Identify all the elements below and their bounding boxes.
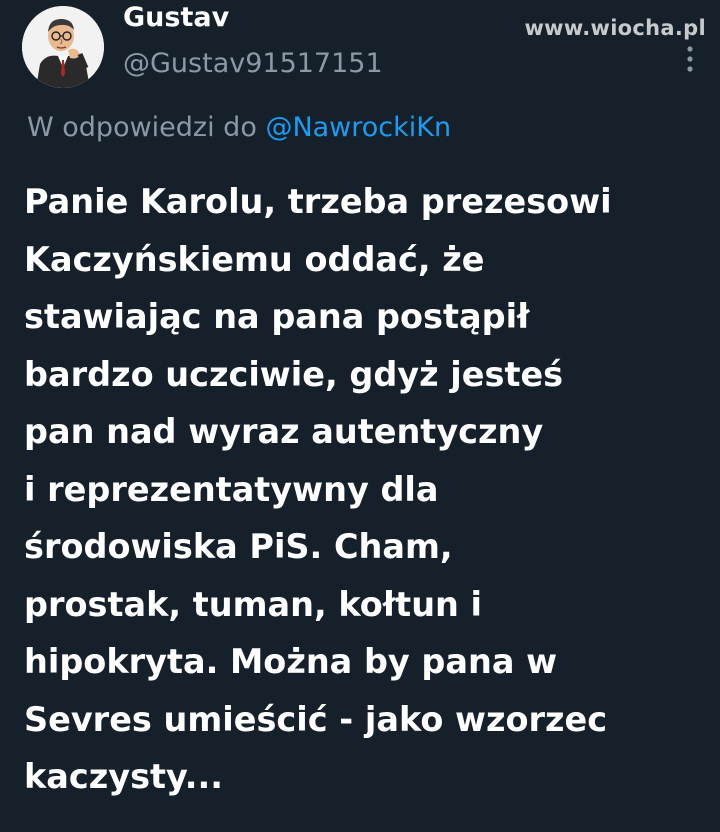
tweet-text: Panie Karolu, trzeba prezesowi Kaczyński… bbox=[24, 173, 714, 806]
tweet-text-line: Kaczyńskiemu oddać, że bbox=[24, 239, 485, 279]
tweet-text-line: kaczysty... bbox=[24, 757, 223, 796]
watermark: www.wiocha.pl bbox=[524, 16, 706, 40]
tweet-text-line: hipokryta. Można by pana w bbox=[24, 642, 558, 681]
tweet-text-line: pan nad wyraz autentyczny bbox=[24, 412, 544, 451]
tweet-screenshot: Gustav @Gustav91517151 www.wiocha.pl W o… bbox=[0, 0, 720, 832]
author-handle[interactable]: @Gustav91517151 bbox=[123, 48, 383, 79]
ellipsis-vertical-icon[interactable] bbox=[686, 46, 694, 72]
tweet-text-line: Panie Karolu, trzeba prezesowi bbox=[24, 182, 612, 221]
avatar[interactable] bbox=[22, 6, 104, 88]
tweet-text-line: i reprezentatywny dla bbox=[24, 469, 439, 509]
tweet-text-line: środowiska PiS. Cham, bbox=[24, 527, 453, 566]
cartoon-man-avatar-icon bbox=[22, 6, 104, 88]
reply-prefix: W odpowiedzi do bbox=[27, 112, 257, 143]
tweet-text-line: bardzo uczciwie, gdyż jesteś bbox=[24, 354, 564, 394]
tweet-text-line: Sevres umieścić - jako wzorzec bbox=[24, 699, 608, 739]
tweet-text-line: stawiając na pana postąpił bbox=[24, 297, 530, 336]
tweet-text-line: prostak, tuman, kołtun i bbox=[24, 584, 483, 624]
reply-context: W odpowiedzi do @NawrockiKn bbox=[27, 112, 451, 143]
author-name[interactable]: Gustav bbox=[123, 2, 229, 33]
reply-mention-link[interactable]: @NawrockiKn bbox=[265, 112, 451, 143]
